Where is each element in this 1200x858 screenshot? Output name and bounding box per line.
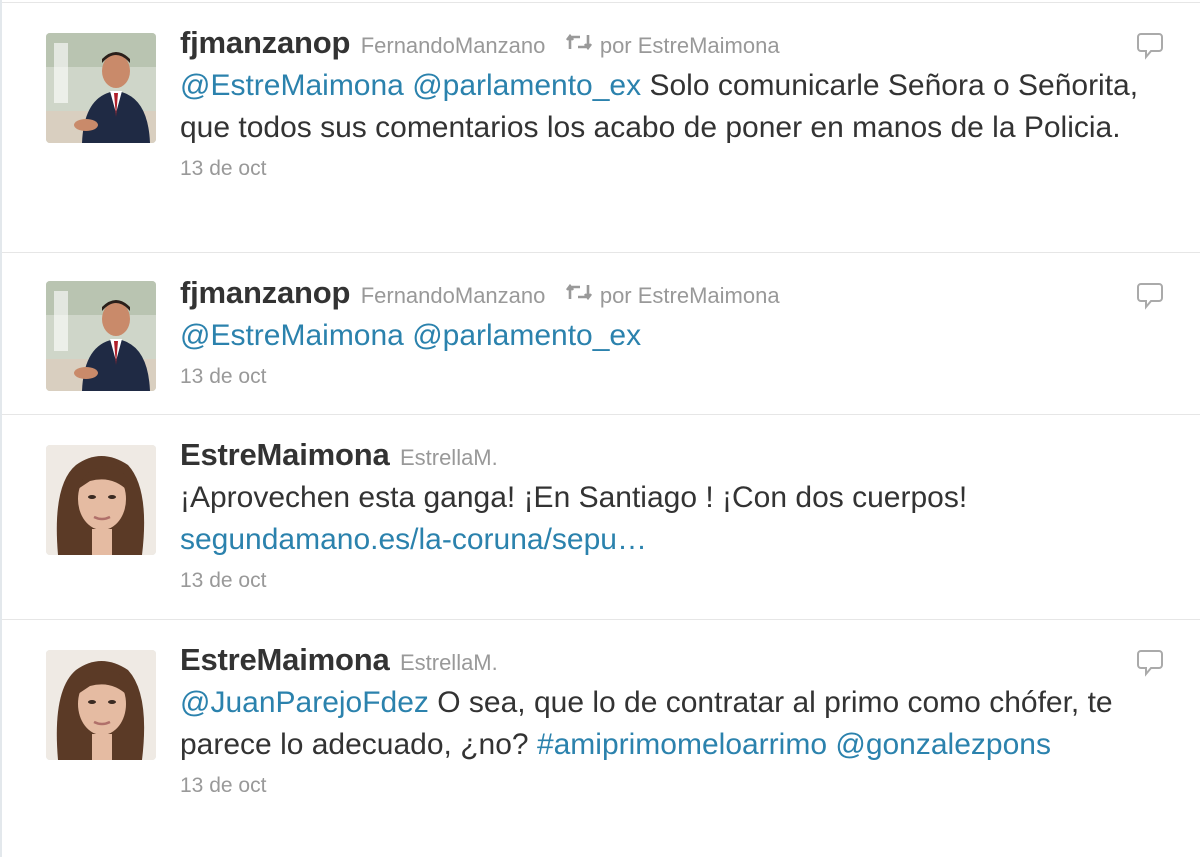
tweet-screen-name[interactable]: EstreMaimona xyxy=(180,437,390,472)
mention-link[interactable]: @parlamento_ex xyxy=(412,69,641,102)
retweeted-by-label: por EstreMaimona xyxy=(599,283,780,308)
man-in-suit-avatar[interactable] xyxy=(46,281,156,391)
tweet-text-span xyxy=(404,69,412,102)
tweet-item: fjmanzanop FernandoManzano por EstreMaim… xyxy=(2,2,1200,253)
retweet-icon xyxy=(564,273,594,317)
tweet-item: fjmanzanop FernandoManzano por EstreMaim… xyxy=(2,252,1200,415)
mention-link[interactable]: @JuanParejoFdez xyxy=(180,686,429,719)
tweet-timestamp[interactable]: 13 de oct xyxy=(180,155,1190,183)
tweet-header: fjmanzanop FernandoManzano por EstreMaim… xyxy=(180,271,1190,315)
reply-icon[interactable] xyxy=(1136,648,1164,678)
tweet-content: fjmanzanop FernandoManzano por EstreMaim… xyxy=(180,271,1190,391)
mention-link[interactable]: @parlamento_ex xyxy=(412,319,641,352)
tweet-timestamp[interactable]: 13 de oct xyxy=(180,363,1190,391)
tweet-timestamp[interactable]: 13 de oct xyxy=(180,567,1190,595)
tweet-text-span xyxy=(404,319,412,352)
tweet-content: fjmanzanop FernandoManzano por EstreMaim… xyxy=(180,21,1190,183)
tweet-item: EstreMaimona EstrellaM. @JuanParejoFdez … xyxy=(2,619,1200,858)
tweet-text: @EstreMaimona @parlamento_ex xyxy=(180,315,1190,357)
tweet-text-span: ¡Aprovechen esta ganga! ¡En Santiago ! ¡… xyxy=(180,481,968,514)
tweet-text: @EstreMaimona @parlamento_ex Solo comuni… xyxy=(180,65,1190,149)
mention-link[interactable]: @EstreMaimona xyxy=(180,319,404,352)
hashtag-link[interactable]: #amiprimomeloarrimo xyxy=(537,728,827,761)
tweet-header: EstreMaimona EstrellaM. xyxy=(180,433,1190,477)
retweet-icon xyxy=(564,23,594,67)
tweet-full-name[interactable]: FernandoManzano xyxy=(361,283,546,308)
tweet-item: EstreMaimona EstrellaM. ¡Aprovechen esta… xyxy=(2,414,1200,620)
tweet-timeline: fjmanzanop FernandoManzano por EstreMaim… xyxy=(0,0,1200,857)
mention-link[interactable]: @gonzalezpons xyxy=(835,728,1051,761)
tweet-content: EstreMaimona EstrellaM. ¡Aprovechen esta… xyxy=(180,433,1190,595)
tweet-full-name[interactable]: EstrellaM. xyxy=(400,650,498,675)
retweet-info: por EstreMaimona xyxy=(564,283,780,308)
tweet-header: fjmanzanop FernandoManzano por EstreMaim… xyxy=(180,21,1190,65)
reply-icon[interactable] xyxy=(1136,31,1164,61)
man-in-suit-avatar[interactable] xyxy=(46,33,156,143)
tweet-screen-name[interactable]: fjmanzanop xyxy=(180,275,350,310)
mention-link[interactable]: @EstreMaimona xyxy=(180,69,404,102)
woman-avatar[interactable] xyxy=(46,445,156,555)
reply-icon[interactable] xyxy=(1136,281,1164,311)
woman-avatar[interactable] xyxy=(46,650,156,760)
tweet-text: ¡Aprovechen esta ganga! ¡En Santiago ! ¡… xyxy=(180,477,1190,561)
tweet-timestamp[interactable]: 13 de oct xyxy=(180,772,1190,800)
tweet-full-name[interactable]: EstrellaM. xyxy=(400,445,498,470)
tweet-header: EstreMaimona EstrellaM. xyxy=(180,638,1190,682)
url-link[interactable]: segundamano.es/la-coruna/sepu… xyxy=(180,523,647,556)
tweet-screen-name[interactable]: fjmanzanop xyxy=(180,25,350,60)
tweet-full-name[interactable]: FernandoManzano xyxy=(361,33,546,58)
retweeted-by-label: por EstreMaimona xyxy=(599,33,780,58)
tweet-content: EstreMaimona EstrellaM. @JuanParejoFdez … xyxy=(180,638,1190,800)
tweet-text: @JuanParejoFdez O sea, que lo de contrat… xyxy=(180,682,1190,766)
tweet-screen-name[interactable]: EstreMaimona xyxy=(180,642,390,677)
retweet-info: por EstreMaimona xyxy=(564,33,780,58)
